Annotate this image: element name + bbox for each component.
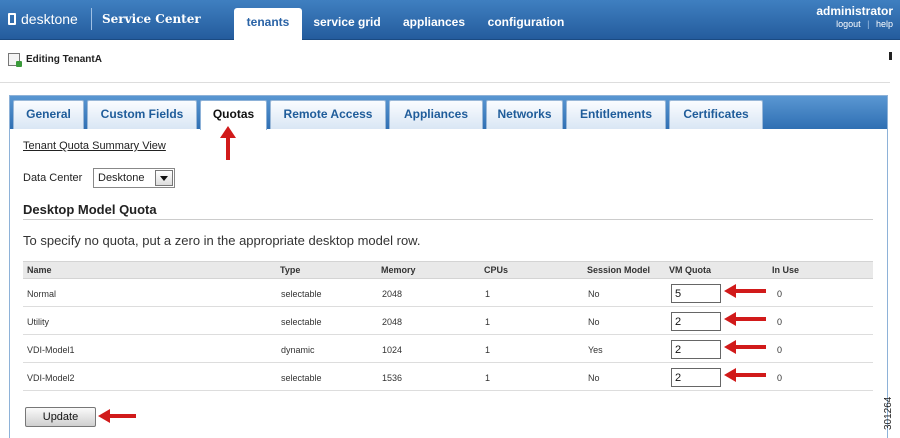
cell-in-use: 0 xyxy=(777,289,783,299)
cell-session-model: Yes xyxy=(588,345,603,355)
username: administrator xyxy=(816,4,893,18)
arrow-left-icon xyxy=(98,409,136,423)
link-separator: | xyxy=(867,19,870,29)
data-center-select[interactable]: Desktone xyxy=(93,168,175,188)
cell-cpus: 1 xyxy=(485,289,491,299)
cell-name: VDI-Model2 xyxy=(27,373,75,383)
cell-cpus: 1 xyxy=(485,345,491,355)
column-header-vm-quota: VM Quota xyxy=(669,265,711,275)
tab-networks[interactable]: Networks xyxy=(486,100,563,129)
tab-entitlements[interactable]: Entitlements xyxy=(566,100,666,129)
tab-general[interactable]: General xyxy=(13,100,84,129)
section-divider xyxy=(23,219,873,220)
user-area: administrator logout | help xyxy=(816,4,893,29)
logo-divider xyxy=(91,8,92,30)
cell-name: Utility xyxy=(27,317,49,327)
table-header: Name Type Memory CPUs Session Model VM Q… xyxy=(23,261,873,279)
cell-type: dynamic xyxy=(281,345,315,355)
column-header-memory: Memory xyxy=(381,265,416,275)
cell-in-use: 0 xyxy=(777,317,783,327)
vm-quota-input[interactable] xyxy=(671,312,721,331)
tenant-tab-panel: General Custom Fields Quotas Remote Acce… xyxy=(9,95,888,438)
collapse-marker[interactable] xyxy=(889,52,892,60)
nav-configuration[interactable]: configuration xyxy=(480,8,572,40)
logo-text: desktone xyxy=(21,11,78,27)
column-header-session-model: Session Model xyxy=(587,265,651,275)
logout-link[interactable]: logout xyxy=(836,19,861,29)
divider xyxy=(0,82,890,83)
tab-remote-access[interactable]: Remote Access xyxy=(270,100,386,129)
cell-type: selectable xyxy=(281,317,322,327)
arrow-left-icon xyxy=(724,340,766,354)
tab-certificates[interactable]: Certificates xyxy=(669,100,763,129)
cell-session-model: No xyxy=(588,317,600,327)
cell-in-use: 0 xyxy=(777,345,783,355)
quota-summary-link[interactable]: Tenant Quota Summary View xyxy=(23,140,166,152)
cell-memory: 1536 xyxy=(382,373,403,383)
page-title: Editing TenantA xyxy=(26,54,102,65)
update-button[interactable]: Update xyxy=(25,407,96,427)
arrow-left-icon xyxy=(724,284,766,298)
arrow-up-icon xyxy=(220,126,236,160)
cell-in-use: 0 xyxy=(777,373,783,383)
quota-hint: To specify no quota, put a zero in the a… xyxy=(23,233,421,248)
figure-code: 301264 xyxy=(883,397,900,438)
arrow-left-icon xyxy=(724,312,766,326)
data-center-value: Desktone xyxy=(98,172,145,184)
cell-name: VDI-Model1 xyxy=(27,345,75,355)
vm-quota-input[interactable] xyxy=(671,340,721,359)
tab-custom-fields[interactable]: Custom Fields xyxy=(87,100,197,129)
figure-code-text: 301264 xyxy=(883,396,894,430)
column-header-in-use: In Use xyxy=(772,265,800,275)
cell-name: Normal xyxy=(27,289,57,299)
cell-memory: 2048 xyxy=(382,317,403,327)
cell-memory: 2048 xyxy=(382,289,403,299)
cell-type: selectable xyxy=(281,289,322,299)
cell-session-model: No xyxy=(588,289,600,299)
data-center-label: Data Center xyxy=(23,172,83,184)
cell-session-model: No xyxy=(588,373,600,383)
vm-quota-input[interactable] xyxy=(671,368,721,387)
cell-cpus: 1 xyxy=(485,373,491,383)
chevron-down-icon[interactable] xyxy=(155,170,173,186)
cell-type: selectable xyxy=(281,373,322,383)
column-header-type: Type xyxy=(280,265,301,275)
cell-cpus: 1 xyxy=(485,317,491,327)
page-title-bar: Editing TenantA xyxy=(8,53,102,67)
cell-memory: 1024 xyxy=(382,345,403,355)
edit-tenant-icon xyxy=(8,53,22,67)
nav-service-grid[interactable]: service grid xyxy=(308,8,386,40)
nav-appliances[interactable]: appliances xyxy=(396,8,472,40)
nav-tenants[interactable]: tenants xyxy=(234,8,302,40)
help-link[interactable]: help xyxy=(876,19,893,29)
section-title: Desktop Model Quota xyxy=(23,202,157,217)
column-header-name: Name xyxy=(27,265,52,275)
tab-appliances[interactable]: Appliances xyxy=(389,100,483,129)
desktone-logo-icon xyxy=(8,13,16,25)
vm-quota-input[interactable] xyxy=(671,284,721,303)
column-header-cpus: CPUs xyxy=(484,265,509,275)
arrow-left-icon xyxy=(724,368,766,382)
logo: desktone xyxy=(8,11,78,27)
tab-strip: General Custom Fields Quotas Remote Acce… xyxy=(10,96,887,130)
top-header: desktone Service Center tenants service … xyxy=(0,0,900,40)
app-name: Service Center xyxy=(102,12,201,26)
